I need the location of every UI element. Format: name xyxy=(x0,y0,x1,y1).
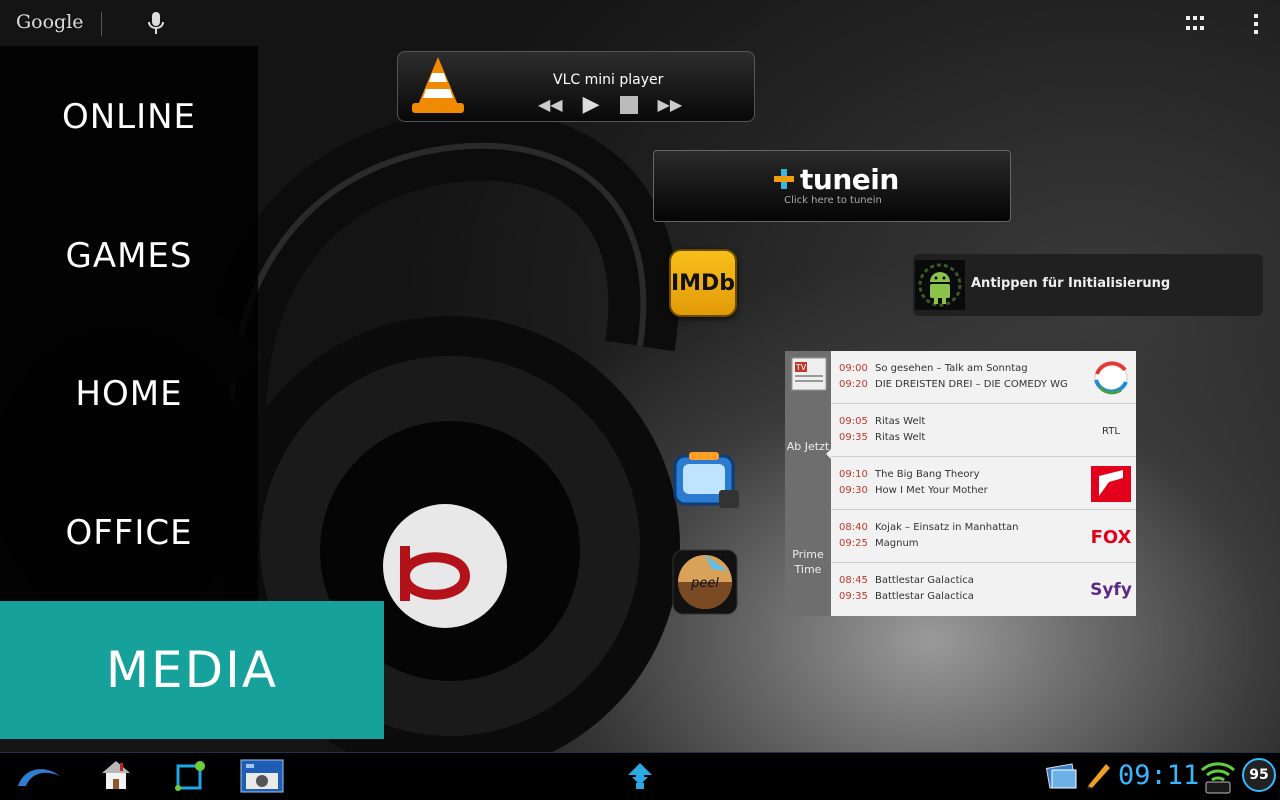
tunein-plus-icon xyxy=(774,169,794,189)
menu-item-games[interactable]: GAMES xyxy=(0,236,258,276)
tv-show: Battlestar Galactica xyxy=(875,575,974,586)
clock: 09:11 xyxy=(1118,760,1200,791)
fox-logo: FOX xyxy=(1090,526,1132,548)
tv-time: 09:25 xyxy=(839,538,868,549)
fast-forward-icon[interactable]: ▶▶ xyxy=(658,95,683,115)
tv-row[interactable]: 09:00 So gesehen – Talk am Sonntag 09:20 D… xyxy=(831,351,1136,404)
tv-row[interactable]: 09:10 The Big Bang Theory 09:30 How I Met … xyxy=(831,457,1136,510)
tv-row[interactable]: 08:45 Battlestar Galactica 09:35 Battlesta… xyxy=(831,563,1136,616)
battery-badge: 95 xyxy=(1242,758,1276,792)
tv-app-icon[interactable] xyxy=(669,450,741,512)
app-drawer-icon[interactable] xyxy=(626,763,654,789)
tv-row[interactable]: 09:05 Ritas Welt 09:35 Ritas Welt RTL xyxy=(831,404,1136,457)
tv-logo-text: TV xyxy=(795,363,807,372)
tv-time: 09:30 xyxy=(839,485,868,496)
tv-guide-logo-icon: TV xyxy=(791,357,827,391)
imdb-app-icon[interactable]: IMDb xyxy=(669,249,737,317)
peel-app-icon[interactable]: peel xyxy=(672,549,738,615)
tv-time: 08:45 xyxy=(839,575,868,586)
mic-icon[interactable] xyxy=(146,11,166,37)
home-icon[interactable] xyxy=(100,759,132,791)
sat1-logo-icon xyxy=(1090,360,1132,396)
overflow-menu-icon[interactable] xyxy=(1252,14,1260,34)
android-init-widget[interactable]: Antippen für Initialisierung xyxy=(913,254,1263,316)
play-icon[interactable]: ▶ xyxy=(583,94,600,116)
tv-show: The Big Bang Theory xyxy=(875,469,980,480)
tunein-widget[interactable]: tunein Click here to tunein xyxy=(653,150,1011,222)
top-bar-divider xyxy=(101,12,102,36)
tv-show: Magnum xyxy=(875,538,919,549)
tv-time: 09:10 xyxy=(839,469,868,480)
tv-time: 09:35 xyxy=(839,591,868,602)
vlc-title: VLC mini player xyxy=(553,72,664,88)
back-icon[interactable] xyxy=(14,762,62,790)
tv-program-list: 09:00 So gesehen – Talk am Sonntag 09:20 D… xyxy=(831,351,1136,616)
tv-time: 09:05 xyxy=(839,416,868,427)
tv-now-label[interactable]: Ab Jetzt xyxy=(785,439,831,454)
vlc-cone-icon xyxy=(412,57,464,113)
menu-item-media[interactable]: MEDIA xyxy=(0,601,384,739)
vlc-controls: ◀◀ ▶ ▶▶ xyxy=(538,94,683,116)
tv-time: 09:00 xyxy=(839,363,868,374)
apps-grid-icon[interactable] xyxy=(1186,16,1204,30)
tv-show: So gesehen – Talk am Sonntag xyxy=(875,363,1028,374)
android-init-label: Antippen für Initialisierung xyxy=(971,276,1171,291)
top-bar: Google xyxy=(0,0,1280,46)
tv-show: Ritas Welt xyxy=(875,416,926,427)
stop-icon[interactable] xyxy=(619,96,638,114)
tv-time: 09:35 xyxy=(839,432,868,443)
google-search-label[interactable]: Google xyxy=(16,11,84,33)
wifi-icon[interactable] xyxy=(1198,758,1238,794)
vlc-mini-player-widget[interactable]: VLC mini player ◀◀ ▶ ▶▶ xyxy=(397,51,755,122)
tv-guide-sidebar: TV Ab Jetzt Prime Time xyxy=(785,351,832,616)
tunein-subtitle: Click here to tunein xyxy=(784,195,882,206)
recent-apps-icon[interactable] xyxy=(174,760,208,792)
tv-show: Ritas Welt xyxy=(875,432,926,443)
tv-time: 09:20 xyxy=(839,379,868,390)
syfy-logo: Syfy xyxy=(1090,580,1132,600)
tv-guide-widget[interactable]: TV Ab Jetzt Prime Time 09:00 So gesehen –… xyxy=(785,351,1136,616)
tv-row[interactable]: 08:40 Kojak – Einsatz in Manhattan 09:25 M… xyxy=(831,510,1136,563)
tv-time: 08:40 xyxy=(839,522,868,533)
tv-show: Battlestar Galactica xyxy=(875,591,974,602)
tv-show: DIE DREISTEN DREI – DIE COMEDY WG xyxy=(875,379,1068,390)
menu-item-online[interactable]: ONLINE xyxy=(0,97,258,137)
tunein-logo: tunein xyxy=(800,163,899,196)
rtl-logo: RTL xyxy=(1102,425,1120,437)
android-icon xyxy=(915,260,965,310)
menu-item-office[interactable]: OFFICE xyxy=(0,513,258,553)
rewind-icon[interactable]: ◀◀ xyxy=(538,95,563,115)
menu-item-home[interactable]: HOME xyxy=(0,374,258,414)
tv-prime-time-label[interactable]: Prime Time xyxy=(785,547,831,577)
svg-text:peel: peel xyxy=(690,576,719,591)
tv-show: How I Met Your Mother xyxy=(875,485,988,496)
pencil-icon[interactable] xyxy=(1084,762,1112,790)
screenshot-icon[interactable] xyxy=(240,759,284,793)
tv-show: Kojak – Einsatz in Manhattan xyxy=(875,522,1019,533)
prosieben-logo-icon xyxy=(1090,466,1132,502)
gallery-icon[interactable] xyxy=(1046,762,1078,790)
